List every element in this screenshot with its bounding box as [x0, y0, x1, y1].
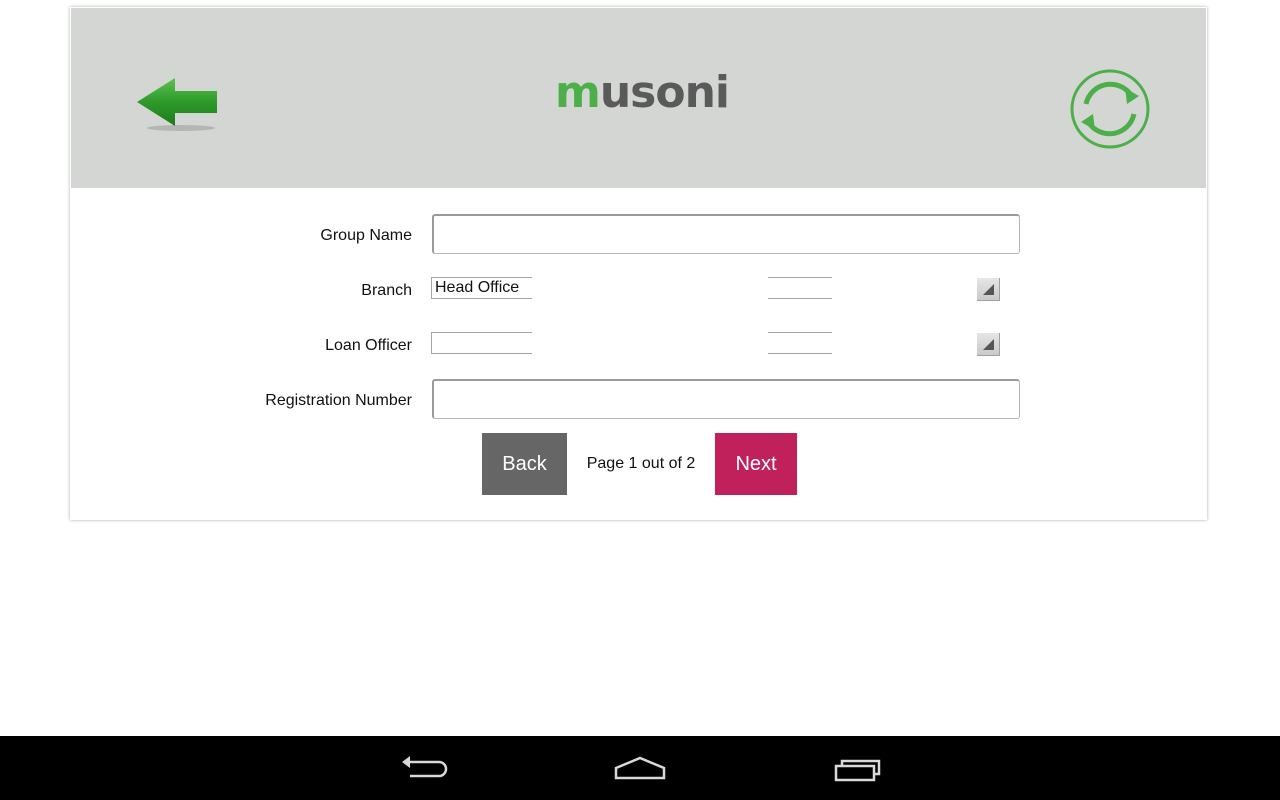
form-card: musoni Group Name Branch Head Office Loa…: [70, 7, 1207, 520]
loan-officer-value[interactable]: [431, 332, 532, 354]
musoni-logo: musoni: [555, 67, 730, 118]
logo-text: usoni: [599, 67, 730, 118]
app-header: musoni: [71, 8, 1206, 188]
branch-dropdown-arrow-icon[interactable]: [977, 278, 1000, 301]
branch-spinner-cell[interactable]: [768, 277, 832, 299]
nav-back-icon[interactable]: [394, 752, 454, 784]
registration-number-label: Registration Number: [265, 392, 412, 409]
refresh-icon[interactable]: [1069, 68, 1151, 150]
group-name-label: Group Name: [320, 227, 412, 244]
registration-number-input[interactable]: [432, 379, 1020, 419]
branch-label: Branch: [361, 282, 412, 299]
loan-officer-label: Loan Officer: [325, 337, 412, 354]
nav-home-icon[interactable]: [610, 752, 670, 784]
system-nav-bar: [0, 736, 1280, 800]
back-arrow-icon[interactable]: [137, 76, 219, 132]
nav-recents-icon[interactable]: [828, 752, 888, 784]
page-indicator: Page 1 out of 2: [586, 455, 696, 472]
back-button[interactable]: Back: [482, 433, 567, 495]
branch-value[interactable]: Head Office: [431, 277, 532, 299]
group-name-input[interactable]: [432, 214, 1020, 254]
loan-officer-dropdown-arrow-icon[interactable]: [977, 333, 1000, 356]
loan-officer-spinner-cell[interactable]: [768, 332, 832, 354]
logo-letter: m: [555, 67, 601, 118]
next-button[interactable]: Next: [715, 433, 797, 495]
